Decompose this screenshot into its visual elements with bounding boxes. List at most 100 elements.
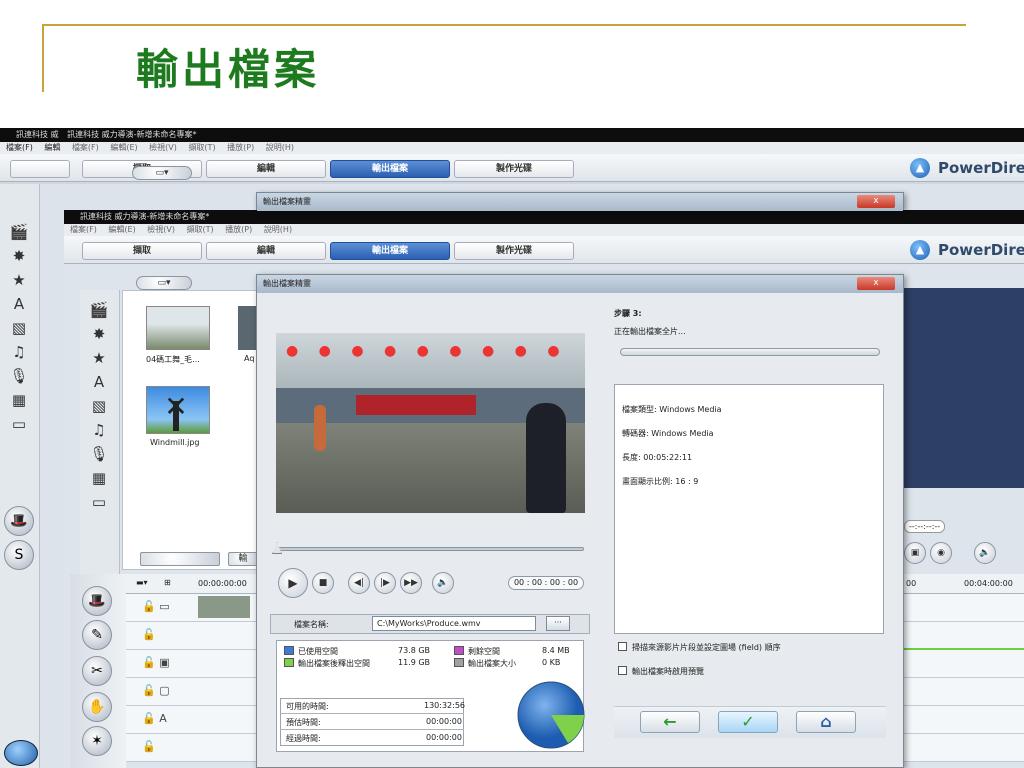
back-brand-up-icon: ▲ [910, 158, 930, 178]
video-red-curtain [356, 395, 476, 415]
back-wand-icon[interactable]: S [4, 540, 34, 570]
tab-capture[interactable]: 擷取 [82, 242, 202, 260]
preview-checkbox[interactable] [618, 666, 627, 675]
play-button[interactable]: ▶ [278, 568, 308, 598]
windows-start-button[interactable] [4, 740, 38, 766]
library-thumb-windmill[interactable]: ✕ [146, 386, 210, 434]
back-transition-icon[interactable]: ▧ [8, 318, 30, 338]
estimated-time-value: 00:00:00 [426, 717, 462, 726]
filename-input[interactable]: C:\MyWorks\Produce.wmv [372, 616, 536, 631]
back-button[interactable]: ← [640, 711, 700, 733]
volume-icon[interactable]: 🔈 [432, 572, 454, 594]
lock-icon[interactable]: 🔓 ▢ [142, 684, 170, 697]
clapper-icon[interactable]: 🎬 [88, 300, 110, 320]
back-menu-edit[interactable]: 編輯(E) [110, 143, 137, 152]
stop-button[interactable]: ■ [312, 572, 334, 594]
right-record-button[interactable]: ▣ [904, 542, 926, 564]
back-dialog: 輸出檔案精靈 x [256, 192, 904, 211]
menu-edit[interactable]: 編輯(E) [108, 225, 135, 234]
chapter-icon[interactable]: ▦ [88, 468, 110, 488]
back-clapper-icon[interactable]: 🎬 [8, 222, 30, 242]
info-aspect: 畫面顯示比例: 16 : 9 [622, 477, 699, 486]
timeline-grid-icon[interactable]: ⊞ [164, 578, 171, 587]
ok-button[interactable]: ✓ [718, 711, 778, 733]
back-pip-icon[interactable]: ★ [8, 270, 30, 290]
right-preview-area [902, 288, 1024, 488]
transition-icon[interactable]: ▧ [88, 396, 110, 416]
music-icon[interactable]: ♫ [88, 420, 110, 440]
lock-icon[interactable]: 🔓 [142, 628, 156, 641]
right-snapshot-button[interactable]: ◉ [930, 542, 952, 564]
back-music-icon[interactable]: ♫ [8, 342, 30, 362]
paint-icon[interactable]: ✎ [82, 620, 112, 650]
fast-forward-button[interactable]: ▶▶ [400, 572, 422, 594]
back-menu-help[interactable]: 說明(H) [266, 143, 294, 152]
lock-icon[interactable]: 🔓 [142, 740, 156, 753]
hand-icon[interactable]: ✋ [82, 692, 112, 722]
folder-button[interactable]: ▭▾ [136, 276, 192, 290]
menu-view[interactable]: 檢視(V) [147, 225, 175, 234]
mic-icon[interactable]: 🎙 [88, 444, 110, 464]
back-menu-view[interactable]: 檢視(V) [149, 143, 177, 152]
menu-file[interactable]: 檔案(F) [70, 225, 97, 234]
tab-produce[interactable]: 輸出檔案 [330, 242, 450, 260]
back-tab-stub[interactable] [10, 160, 70, 178]
menu-help[interactable]: 說明(H) [264, 225, 292, 234]
timeline-time-right-prefix: 00 [906, 579, 917, 588]
right-volume-button[interactable]: 🔈 [974, 542, 996, 564]
player-slider[interactable] [276, 547, 584, 551]
next-frame-button[interactable]: |▶ [374, 572, 396, 594]
back-menu-play[interactable]: 播放(P) [227, 143, 254, 152]
right-timecode-field[interactable]: --:--:--:-- [904, 520, 946, 533]
output-size-swatch [454, 658, 464, 667]
star-fx-icon[interactable]: ✶ [82, 726, 112, 756]
video-person-right [526, 403, 566, 513]
produce-dialog-close-button[interactable]: x [857, 277, 895, 290]
tab-disc[interactable]: 製作光碟 [454, 242, 574, 260]
prev-frame-button[interactable]: ◀| [348, 572, 370, 594]
scan-field-checkbox[interactable] [618, 642, 627, 651]
pip-icon[interactable]: ★ [88, 348, 110, 368]
back-folder-button[interactable]: ▭▾ [132, 166, 192, 180]
track-clip-thumb[interactable] [198, 596, 250, 618]
back-mic-icon[interactable]: 🎙 [8, 366, 30, 386]
back-menu-capture[interactable]: 擷取(T) [188, 143, 215, 152]
back-menu-file[interactable]: 檔案(F) [72, 143, 99, 152]
magic-icon[interactable]: 🎩 [82, 586, 112, 616]
back-menubar: 檔案(F) 編輯 檔案(F) 編輯(E) 檢視(V) 擷取(T) 播放(P) 說… [0, 142, 1024, 154]
elapsed-time-value: 00:00:00 [426, 733, 462, 742]
library-tab-stub[interactable] [140, 552, 220, 566]
lock-icon[interactable]: 🔓 ▭ [142, 600, 170, 613]
tab-edit[interactable]: 編輯 [206, 242, 326, 260]
back-dialog-close-button[interactable]: x [857, 195, 895, 208]
back-effect-icon[interactable]: ✸ [8, 246, 30, 266]
browse-button[interactable]: ··· [546, 616, 570, 631]
home-button[interactable]: ⌂ [796, 711, 856, 733]
library-tab-stub-2[interactable]: 輸 [228, 552, 258, 566]
back-title-icon[interactable]: A [8, 294, 30, 314]
back-tab-disc[interactable]: 製作光碟 [454, 160, 574, 178]
title-icon[interactable]: A [88, 372, 110, 392]
video-person-left [314, 405, 326, 451]
back-chapter-icon[interactable]: ▦ [8, 390, 30, 410]
menu-play[interactable]: 播放(P) [225, 225, 252, 234]
subtitle-icon[interactable]: ▭ [88, 492, 110, 512]
library-thumb-dance[interactable] [146, 306, 210, 350]
menu-short-file[interactable]: 檔案(F) [6, 143, 33, 152]
estimated-time-label: 預估時間: [286, 718, 321, 727]
back-tab-produce[interactable]: 輸出檔案 [330, 160, 450, 178]
menu-short-edit[interactable]: 編輯 [44, 143, 60, 152]
lock-icon[interactable]: 🔓 ▣ [142, 656, 170, 669]
menu-capture[interactable]: 擷取(T) [187, 225, 214, 234]
back-magic-icon[interactable]: 🎩 [4, 506, 34, 536]
lock-icon[interactable]: 🔓 A [142, 712, 167, 725]
timeline-view-icon[interactable]: ▬▾ [136, 578, 148, 587]
back-tab-edit[interactable]: 編輯 [206, 160, 326, 178]
slide-title-line [42, 24, 966, 26]
effect-icon[interactable]: ✸ [88, 324, 110, 344]
back-sub-icon[interactable]: ▭ [8, 414, 30, 434]
back-window-title: 訊連科技 威力導演-新增未命名專案* [67, 130, 197, 139]
split-icon[interactable]: ✂ [82, 656, 112, 686]
free-space-label: 剩餘空間 [468, 647, 500, 656]
front-left-rail: 🎬 ✸ ★ A ▧ ♫ 🎙 ▦ ▭ [80, 290, 120, 580]
